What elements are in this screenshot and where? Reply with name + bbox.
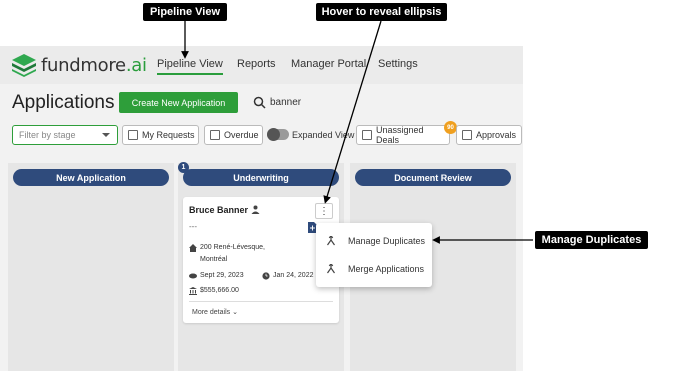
nav-reports[interactable]: Reports — [237, 58, 276, 70]
bank-icon — [189, 287, 197, 295]
approvals-label: Approvals — [476, 130, 517, 140]
callout-hover-ellipsis: Hover to reveal ellipsis — [316, 3, 447, 21]
navbar: fundmore.ai Pipeline View Reports Manage… — [0, 46, 523, 84]
search-icon — [253, 96, 266, 109]
address-line1: 200 René-Lévesque, — [200, 244, 265, 251]
logo-text: fundmore.ai — [41, 55, 147, 76]
menu-item-label: Manage Duplicates — [348, 236, 426, 246]
card-actions-menu: Manage Duplicates Merge Applications — [316, 223, 432, 287]
handshake-icon — [189, 273, 197, 279]
page-title: Applications — [12, 92, 115, 113]
checkbox-icon — [128, 130, 138, 140]
column-new-application: New Application — [8, 163, 174, 371]
card-divider — [189, 301, 333, 302]
column-count-badge: 1 — [178, 162, 189, 173]
my-requests-checkbox[interactable]: My Requests — [122, 125, 199, 145]
clock-icon — [262, 272, 270, 280]
more-details-label: More details — [192, 309, 231, 316]
my-requests-label: My Requests — [142, 130, 195, 140]
menu-item-manage-duplicates[interactable]: Manage Duplicates — [316, 227, 432, 255]
overdue-label: Overdue — [224, 130, 259, 140]
loan-amount: $555,666.00 — [200, 287, 239, 294]
column-header[interactable]: New Application — [13, 169, 169, 186]
logo-mark-icon — [12, 54, 36, 77]
unassigned-deals-label: Unassigned Deals — [376, 125, 424, 145]
menu-item-merge-applications[interactable]: Merge Applications — [316, 255, 432, 283]
checkbox-icon — [362, 130, 372, 140]
start-date: Sept 29, 2023 — [200, 272, 244, 279]
column-header[interactable]: Document Review — [355, 169, 511, 186]
chevron-down-icon: ⌄ — [232, 309, 238, 316]
callout-pipeline-view: Pipeline View — [143, 3, 227, 21]
logo-suffix: .ai — [125, 54, 147, 76]
callout-manage-duplicates: Manage Duplicates — [535, 231, 648, 249]
create-new-application-button[interactable]: Create New Application — [119, 92, 238, 113]
logo[interactable]: fundmore.ai — [10, 52, 147, 78]
logo-name: fundmore — [41, 54, 126, 76]
expanded-view-label: Expanded View — [292, 130, 355, 140]
checkbox-icon — [210, 130, 220, 140]
person-icon — [251, 205, 260, 214]
merge-icon — [327, 264, 335, 274]
applicant-name: Bruce Banner — [189, 205, 249, 215]
ellipsis-menu-button[interactable]: ⋮ — [315, 203, 333, 219]
merge-icon — [327, 236, 335, 246]
more-details-link[interactable]: More details ⌄ — [192, 308, 238, 316]
menu-item-label: Merge Applications — [348, 264, 425, 274]
filter-by-stage-select[interactable]: Filter by stage — [12, 125, 118, 145]
closing-date: Jan 24, 2022 — [273, 272, 314, 279]
checkbox-icon — [462, 130, 472, 140]
filter-by-stage-placeholder: Filter by stage — [19, 130, 76, 140]
search-input[interactable] — [270, 97, 470, 108]
toggle-knob — [267, 128, 280, 141]
chevron-down-icon — [102, 133, 110, 137]
approvals-checkbox[interactable]: Approvals — [456, 125, 522, 145]
nav-settings[interactable]: Settings — [378, 58, 418, 70]
address-line2: Montréal — [200, 256, 228, 263]
search-box — [253, 96, 470, 109]
nav-manager-portal[interactable]: Manager Portal — [291, 58, 366, 70]
column-header[interactable]: Underwriting — [183, 169, 339, 186]
nav-pipeline-view[interactable]: Pipeline View — [157, 58, 223, 75]
overdue-checkbox[interactable]: Overdue — [204, 125, 263, 145]
card-dash: --- — [189, 222, 197, 231]
home-icon — [189, 244, 197, 252]
unassigned-deals-checkbox[interactable]: Unassigned Deals — [356, 125, 450, 145]
expanded-view-toggle[interactable] — [267, 128, 289, 141]
